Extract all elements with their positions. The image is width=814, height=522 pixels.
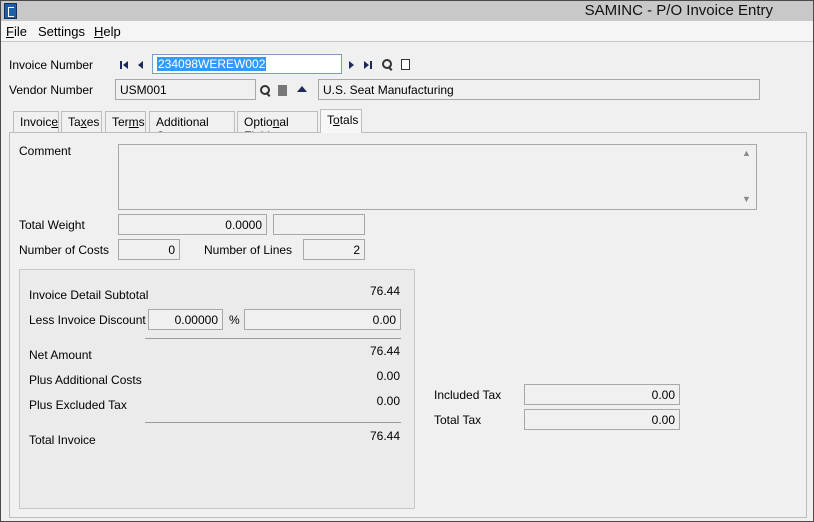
tab-taxes[interactable]: Taxes (61, 111, 102, 132)
invoice-number-label: Invoice Number (9, 58, 94, 72)
scroll-up-icon[interactable]: ▲ (742, 148, 751, 158)
vendor-finder-icon[interactable] (260, 85, 270, 95)
window-title: SAMINC - P/O Invoice Entry (584, 2, 773, 19)
percent-sign: % (229, 313, 240, 327)
plus-additional-costs-value: 0.00 (376, 369, 400, 383)
plus-excluded-tax-value: 0.00 (376, 394, 400, 408)
tab-terms[interactable]: Terms (105, 111, 146, 132)
menu-bar: File Settings Help (1, 21, 813, 42)
vendor-name-field: U.S. Seat Manufacturing (318, 79, 760, 100)
vendor-document-icon[interactable] (278, 85, 287, 96)
tab-totals[interactable]: Totals (320, 109, 362, 133)
app-icon[interactable] (4, 3, 17, 19)
net-amount-label: Net Amount (29, 348, 92, 362)
vendor-number-label: Vendor Number (9, 83, 94, 97)
plus-additional-costs-label: Plus Additional Costs (29, 373, 142, 387)
discount-percent-input[interactable]: 0.00000 (148, 309, 223, 330)
comment-label: Comment (19, 144, 72, 158)
total-weight-field: 0.0000 (118, 214, 267, 235)
number-of-costs-label: Number of Costs (19, 243, 110, 257)
vendor-number-field: USM001 (115, 79, 256, 100)
totals-summary-box (19, 269, 415, 509)
discount-amount-input[interactable]: 0.00 (244, 309, 401, 330)
invoice-detail-subtotal-label: Invoice Detail Subtotal (29, 288, 149, 302)
menu-file[interactable]: File (6, 24, 27, 39)
invoice-detail-subtotal-value: 76.44 (369, 284, 400, 298)
menu-settings[interactable]: Settings (38, 24, 85, 39)
new-document-icon[interactable] (401, 59, 410, 70)
tab-additional-costs[interactable]: Additional Costs (149, 111, 235, 143)
number-of-lines-field: 2 (303, 239, 365, 260)
less-invoice-discount-label: Less Invoice Discount (29, 313, 146, 327)
included-tax-label: Included Tax (434, 388, 502, 402)
next-record-icon[interactable] (347, 58, 359, 72)
tab-invoice[interactable]: Invoice (13, 111, 59, 132)
zoom-up-icon[interactable] (297, 86, 307, 92)
invoice-entry-window: SAMINC - P/O Invoice Entry File Settings… (0, 0, 814, 522)
menu-help[interactable]: Help (94, 24, 121, 39)
first-record-icon[interactable] (119, 58, 131, 72)
previous-record-icon[interactable] (136, 58, 148, 72)
number-of-lines-label: Number of Lines (204, 243, 293, 257)
finder-search-icon[interactable] (382, 59, 392, 69)
total-tax-field: 0.00 (524, 409, 680, 430)
last-record-icon[interactable] (363, 58, 375, 72)
comment-textarea[interactable] (118, 144, 757, 210)
total-divider (145, 422, 401, 423)
total-weight-label: Total Weight (19, 218, 85, 232)
scroll-down-icon[interactable]: ▼ (742, 194, 751, 204)
title-bar: SAMINC - P/O Invoice Entry (1, 1, 813, 21)
number-of-costs-field: 0 (118, 239, 180, 260)
weight-unit-field (273, 214, 365, 235)
subtotal-divider (145, 338, 401, 339)
tab-optional-fields[interactable]: Optional Fields (237, 111, 318, 143)
total-invoice-label: Total Invoice (29, 433, 96, 447)
total-tax-label: Total Tax (434, 413, 482, 427)
invoice-number-input[interactable]: 234098WEREW002 (152, 54, 342, 74)
included-tax-field: 0.00 (524, 384, 680, 405)
plus-excluded-tax-label: Plus Excluded Tax (29, 398, 127, 412)
net-amount-value: 76.44 (369, 344, 400, 358)
total-invoice-value: 76.44 (369, 429, 400, 443)
